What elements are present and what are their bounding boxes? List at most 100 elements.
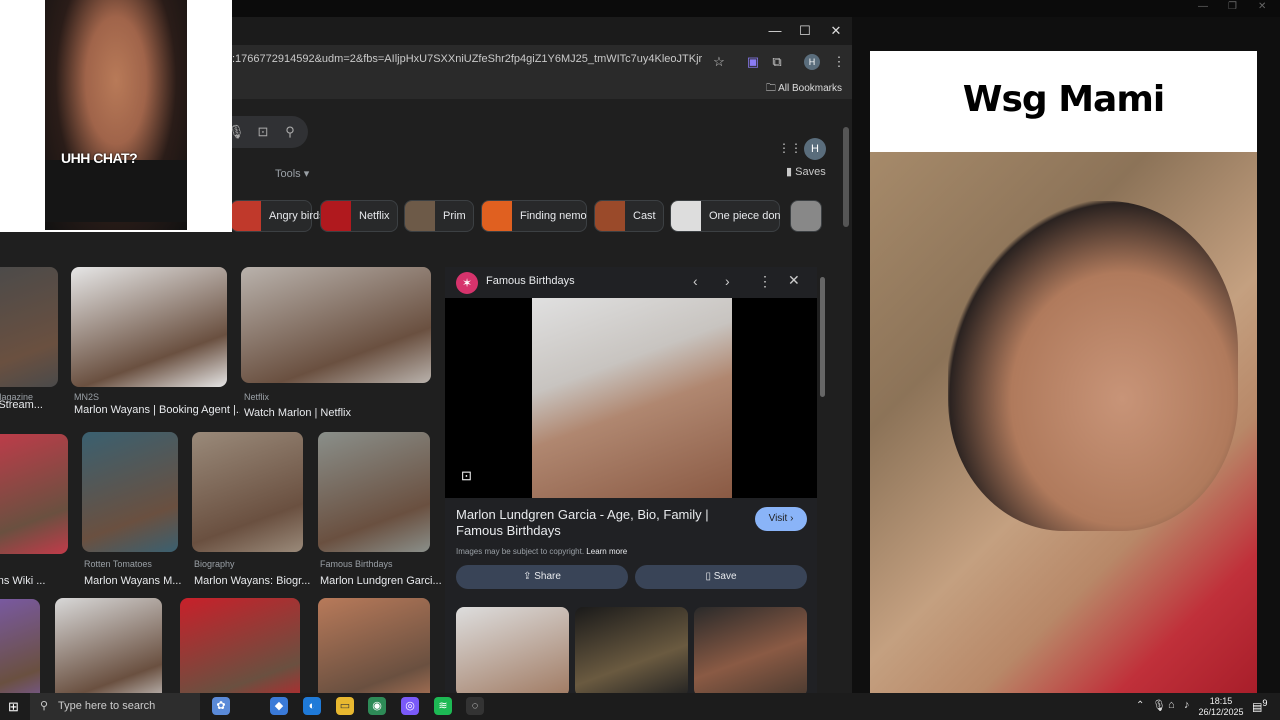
close-button[interactable]: ✕ [821,21,851,41]
profile-button[interactable]: H [804,54,820,70]
tools-button[interactable]: Tools ▾ [275,167,309,180]
more-options-icon[interactable]: ⋮ [758,273,772,290]
chip-item[interactable]: Finding nemo [481,200,587,232]
result-title[interactable]: Watch Marlon | Netflix [244,407,444,419]
next-arrow-icon[interactable]: › [725,273,730,289]
all-bookmarks-button[interactable]: 🗀 All Bookmarks [766,81,842,98]
volume-icon[interactable]: ♪ [1184,699,1190,711]
bookmark-icon: ▮ [786,166,793,178]
result-image[interactable] [241,267,431,383]
apps-grid-icon[interactable]: ⋮⋮ [778,141,802,155]
spotify-icon[interactable]: ≋ [434,697,452,715]
chip-item[interactable]: One piece don [670,200,781,232]
maximize-button[interactable]: ☐ [790,21,820,41]
page-scrollbar[interactable] [843,127,849,227]
chip-item[interactable]: Cast [594,200,664,232]
bookmark-star-icon[interactable]: ☆ [710,53,728,71]
lens-icon[interactable]: ⊡ [255,124,271,140]
previous-arrow-icon[interactable]: ‹ [693,273,698,289]
result-source[interactable]: Rotten Tomatoes [84,559,152,569]
network-icon[interactable]: ⌂ [1168,699,1175,711]
tools-label: Tools [275,168,301,180]
result-source[interactable]: MN2S [74,392,99,402]
left-webcam-caption: UHH CHAT? [61,150,138,166]
result-source[interactable]: Netflix [244,392,269,402]
chip-thumbnail [231,201,261,231]
result-image[interactable] [0,267,58,387]
chip-label: Cast [633,210,656,222]
preview-image[interactable] [532,298,732,498]
related-image-2[interactable] [575,607,688,697]
left-webcam-overlay: UHH CHAT? [0,0,232,232]
result-source[interactable]: Famous Birthdays [320,559,393,569]
learn-more-link[interactable]: Learn more [586,547,627,556]
result-image[interactable] [0,434,68,554]
result-title[interactable]: Marlon Wayans: Biogr... [194,575,315,587]
result-title[interactable]: Marlon Lundgren Garci... [320,575,442,587]
extensions-puzzle-icon[interactable]: ⧉ [768,53,786,71]
result-image[interactable] [82,432,178,552]
search-icon[interactable]: ⚲ [282,124,298,140]
copilot-icon[interactable]: ◆ [270,697,288,715]
preview-title[interactable]: Marlon Lundgren Garcia - Age, Bio, Famil… [456,507,746,539]
close-panel-icon[interactable]: ✕ [788,272,800,289]
edge-icon[interactable]: ◐ [303,697,321,715]
obs-icon[interactable]: ◎ [401,697,419,715]
result-image[interactable] [318,432,430,552]
copyright-text: Images may be subject to copyright. [456,547,585,556]
file-explorer-icon[interactable]: ▭ [336,697,354,715]
chip-thumbnail [482,201,512,231]
widgets-icon[interactable]: ✿ [212,697,230,715]
saves-button[interactable]: ▮ Saves [786,165,826,178]
notification-center-icon[interactable]: ▤9 [1252,698,1268,714]
result-title[interactable]: Marlon Wayans | Booking Agent |... [74,404,240,416]
saves-label: Saves [795,166,826,178]
chip-thumbnail [595,201,625,231]
minimize-button[interactable]: — [760,21,790,41]
save-button[interactable]: ▯ Save [635,565,807,589]
menu-kebab-icon[interactable]: ⋮ [830,53,848,71]
clock-time: 18:15 [1209,696,1233,706]
extension-icon[interactable]: ▣ [744,53,762,71]
search-icon: ⚲ [40,700,49,712]
chip-item[interactable]: Angry birds [230,200,325,232]
result-image[interactable] [192,432,303,552]
background-window-controls: — ❐ ✕ [1190,0,1280,17]
minimize-icon: — [1198,1,1208,12]
chip-label: Finding nemo [520,210,587,222]
app-icon[interactable]: ◌ [466,697,484,715]
result-title[interactable]: ayans Wiki ... [0,575,78,587]
result-title[interactable]: Marlon Wayans M... [84,575,190,587]
visit-button[interactable]: Visit › [755,507,807,531]
lens-search-icon[interactable]: ⊡ [461,468,472,484]
microphone-icon[interactable]: 🎙 [1152,699,1166,712]
chip-label: One piece don [709,210,781,222]
chip-label: Netflix [359,210,390,222]
chip-item[interactable]: Netflix [320,200,398,232]
result-source[interactable]: Biography [194,559,235,569]
chip-item[interactable] [790,200,822,232]
restore-icon: ❐ [1228,1,1237,12]
windows-start-icon[interactable]: ⊞ [8,699,19,715]
share-button[interactable]: ⇪ Share [456,565,628,589]
save-label: Save [713,571,737,582]
url-field[interactable]: :1766772914592&udm=2&fbs=AIljpHxU7SXXniU… [232,53,702,73]
chip-label: Angry birds [269,210,325,222]
result-title[interactable]: ep, Stream... [0,399,68,411]
account-avatar[interactable]: H [804,138,826,160]
image-preview-panel: ✶ Famous Birthdays ‹ › ⋮ ✕ ⊡ Marlon Lund… [445,267,817,697]
result-image[interactable] [71,267,227,387]
close-icon: ✕ [1258,1,1267,12]
tray-chevron-icon[interactable]: ⌃ [1136,700,1144,711]
chrome-icon[interactable]: ◉ [368,697,386,715]
right-webcam-overlay: Wsg Mami [870,51,1257,693]
chip-item[interactable]: Prim [404,200,474,232]
taskbar-search[interactable]: ⚲ Type here to search [30,693,200,720]
panel-scrollbar[interactable] [820,277,825,397]
related-image-1[interactable] [456,607,569,697]
clock[interactable]: 18:15 26/12/2025 [1197,696,1245,718]
notification-count: 9 [1262,698,1268,708]
panel-source[interactable]: Famous Birthdays [486,275,575,287]
related-image-3[interactable] [694,607,807,697]
copyright-notice: Images may be subject to copyright. Lear… [456,547,627,556]
